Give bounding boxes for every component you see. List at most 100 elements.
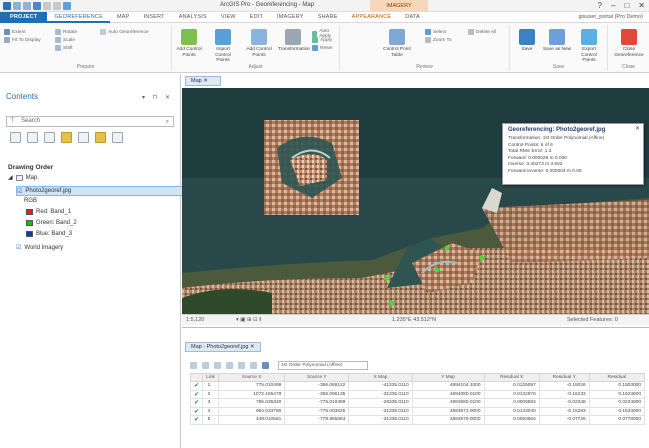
map-tab[interactable]: Map ✕ — [185, 76, 221, 86]
col-header[interactable]: Residual X — [483, 373, 540, 382]
tab-view[interactable]: VIEW — [214, 12, 243, 23]
auto-georeference-button[interactable]: Auto Georeference — [100, 29, 149, 35]
overlay-photo[interactable] — [264, 120, 359, 215]
rotate-button[interactable]: Rotate — [55, 29, 77, 35]
scale-button[interactable]: Scale — [55, 37, 75, 43]
close-georeference-button[interactable]: Close Georeference — [614, 29, 644, 58]
select-none-icon[interactable] — [202, 362, 209, 369]
fit-display-button[interactable]: Fit To Display — [4, 37, 41, 43]
control-point-table-button[interactable]: Control Point Table — [382, 29, 412, 58]
tab-map[interactable]: MAP — [110, 12, 137, 23]
table-row[interactable]: ✔ 2 1072.165478 -356.096135 -31335.0110 … — [190, 389, 646, 399]
row-checkbox[interactable]: ✔ — [190, 406, 203, 416]
signin-user[interactable]: gisuser_portal (Pro Demo) — [579, 14, 644, 20]
table-row[interactable]: ✔ 3 795.035320 -775.010489 -29335.0110 4… — [190, 398, 646, 408]
import-icon[interactable] — [238, 362, 245, 369]
add-control-points-button[interactable]: Add Control Points — [174, 29, 204, 58]
tab-share[interactable]: SHARE — [311, 12, 345, 23]
reset-button[interactable]: Reset — [312, 45, 333, 51]
layer-checkbox[interactable]: ☑ — [17, 188, 22, 195]
extent-button[interactable]: Extent — [4, 29, 26, 35]
control-point-table-pane: Map - Photo2georef.jpg ✕ 1st Order Polyn… — [182, 327, 649, 448]
table-row[interactable]: ✔ 4 954.033780 -775.003826 -31335.0110 4… — [190, 406, 646, 416]
list-snapping-icon[interactable] — [78, 132, 89, 143]
col-header[interactable]: Residual — [588, 373, 646, 382]
transformation-button[interactable]: Transformation — [278, 29, 310, 53]
status-tools[interactable]: ▾ ▣ ⊞ ⊡ ‖ — [236, 317, 262, 323]
tab-data[interactable]: DATA — [398, 12, 427, 23]
zoom-to-button[interactable]: Zoom To — [425, 37, 452, 43]
delete-all-button[interactable]: Delete All — [468, 29, 496, 35]
col-header[interactable]: Source Y — [284, 373, 350, 382]
save-icon[interactable] — [33, 1, 41, 10]
table-cell: 0.0125097 — [483, 381, 540, 391]
shift-button[interactable]: Shift — [55, 45, 73, 51]
list-source-icon[interactable] — [27, 132, 38, 143]
save-button[interactable]: Save — [512, 29, 542, 53]
redo-icon[interactable] — [53, 1, 61, 10]
close-button[interactable]: ✕ — [638, 1, 645, 10]
table-row[interactable]: ✔ 1 775.010499 -356.069122 -41335.0110 4… — [190, 381, 646, 391]
world-checkbox[interactable]: ☑ — [16, 244, 21, 251]
row-checkbox[interactable]: ✔ — [190, 398, 203, 408]
table-row[interactable]: ✔ 5 449.010581 -778.965864 -31335.0110 4… — [190, 415, 646, 425]
col-header[interactable]: Source X — [217, 373, 286, 382]
list-labeling-icon[interactable] — [95, 132, 106, 143]
delete-point-icon[interactable] — [226, 362, 233, 369]
tab-insert[interactable]: INSERT — [136, 12, 171, 23]
help-button[interactable]: ? — [598, 1, 602, 10]
expand-icon[interactable]: ◢ — [8, 174, 13, 181]
maximize-button[interactable]: □ — [624, 1, 629, 10]
table-tab[interactable]: Map - Photo2georef.jpg ✕ — [185, 342, 261, 352]
tab-appearance[interactable]: APPEARANCE — [345, 12, 399, 23]
select-all-icon[interactable] — [190, 362, 197, 369]
col-header[interactable]: Y Map — [411, 373, 485, 382]
blue-swatch[interactable] — [26, 231, 33, 237]
scale-selector[interactable]: 1:5,120 — [186, 317, 204, 323]
layer-node-photo[interactable]: ☑ Photo2georef.jpg — [16, 186, 186, 196]
tab-project[interactable]: PROJECT — [0, 11, 48, 23]
row-checkbox[interactable]: ✔ — [190, 415, 203, 425]
map-canvas[interactable]: Georeferencing: Photo2georef.jpg ✕ Trans… — [182, 88, 649, 314]
apply-button[interactable]: Apply — [312, 37, 332, 43]
contextual-tab-imagery[interactable]: IMAGERY — [370, 0, 428, 12]
save-as-new-button[interactable]: Save as New — [542, 29, 572, 53]
filter-icon[interactable]: ⊤ — [10, 117, 15, 126]
tab-edit[interactable]: EDIT — [243, 12, 270, 23]
tab-georeference[interactable]: GEOREFERENCE — [47, 12, 110, 23]
col-header[interactable]: Link — [202, 373, 219, 382]
world-imagery-node[interactable]: ☑ World Imagery — [16, 244, 63, 252]
minimize-button[interactable]: – — [611, 1, 615, 10]
tab-analysis[interactable]: ANALYSIS — [172, 12, 214, 23]
list-editing-icon[interactable] — [61, 132, 72, 143]
view-icon[interactable] — [63, 1, 71, 10]
popup-close-icon[interactable]: ✕ — [635, 125, 640, 132]
list-drawing-order-icon[interactable] — [10, 132, 21, 143]
col-header[interactable] — [190, 373, 203, 382]
search-icon[interactable]: ⌕ — [166, 118, 169, 127]
export-table-icon[interactable] — [250, 362, 257, 369]
select-button[interactable]: Select — [425, 29, 446, 35]
open-icon[interactable] — [23, 1, 31, 10]
list-selection-icon[interactable] — [44, 132, 55, 143]
undo-icon[interactable] — [43, 1, 51, 10]
import-control-points-button[interactable]: Import Control Points — [208, 29, 238, 64]
list-perspective-icon[interactable] — [112, 132, 123, 143]
row-checkbox[interactable]: ✔ — [190, 389, 203, 399]
table-cell: -31335.0110 — [348, 406, 413, 416]
zoom-to-icon[interactable] — [214, 362, 221, 369]
tab-imagery[interactable]: IMAGERY — [270, 12, 311, 23]
contents-search-input[interactable]: ⊤ Search ⌕ — [6, 116, 174, 127]
transformation-dropdown[interactable]: 1st Order Polynomial (Affine) — [278, 361, 368, 370]
row-checkbox[interactable]: ✔ — [190, 381, 203, 391]
red-swatch[interactable] — [26, 209, 33, 215]
map-node[interactable]: ◢ Map — [8, 174, 37, 181]
new-icon[interactable] — [13, 1, 21, 10]
pane-controls[interactable]: ▾ ⊓ ✕ — [142, 94, 173, 101]
add-control-points-2-button[interactable]: Add Control Points — [244, 29, 274, 58]
export-control-points-button[interactable]: Export Control Points — [574, 29, 604, 64]
col-header[interactable]: X Map — [348, 373, 413, 382]
col-header[interactable]: Residual Y — [538, 373, 590, 382]
green-swatch[interactable] — [26, 220, 33, 226]
save-table-icon[interactable] — [262, 362, 269, 369]
